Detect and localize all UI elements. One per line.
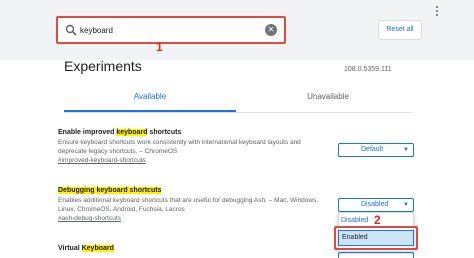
virtual-keyboard-select[interactable] [338,252,414,258]
debugging-keyboard-shortcuts-select[interactable]: Disabled ▼ [338,198,414,212]
chevron-down-icon: ▼ [403,202,409,208]
tab-available[interactable]: Available [64,92,236,101]
annotation-step-1: 1 [156,40,163,54]
option-disabled[interactable]: Disabled [341,217,368,224]
search-icon [65,24,77,36]
search-box[interactable]: ✕ [56,16,286,44]
experiment-title: Enable improved keyboard shortcuts [58,129,182,136]
annotation-step-2: 2 [374,213,381,227]
experiment-description: Enables additional keyboard shortcuts th… [58,197,319,213]
tab-unavailable[interactable]: Unavailable [242,92,414,101]
experiment-title: Debugging keyboard shortcuts [58,187,162,194]
experiment-virtual-keyboard: Virtual Keyboard [58,244,328,254]
experiment-link[interactable]: #ash-debug-shortcuts [58,214,328,223]
version-label: 108.0.5359.111 [344,66,392,73]
option-enabled[interactable]: Enabled [338,230,414,246]
chevron-down-icon: ▼ [403,147,409,153]
experiment-description: Ensure keyboard shortcuts work consisten… [58,139,301,155]
clear-search-icon[interactable]: ✕ [265,24,277,36]
page-title: Experiments [64,58,142,74]
search-input[interactable] [80,21,260,40]
reset-all-button[interactable]: Reset all [378,20,422,40]
improved-keyboard-shortcuts-select[interactable]: Default ▼ [338,143,414,157]
more-options-icon[interactable] [434,6,440,22]
tab-divider [64,112,412,113]
experiment-improved-keyboard-shortcuts: Enable improved keyboard shortcuts Ensur… [58,128,328,165]
top-bar: ✕ 1 Reset all [0,0,474,60]
experiment-title: Virtual Keyboard [58,245,114,252]
experiment-link[interactable]: #improved-keyboard-shortcuts [58,156,328,165]
experiment-debugging-keyboard-shortcuts: Debugging keyboard shortcuts Enables add… [58,186,328,223]
